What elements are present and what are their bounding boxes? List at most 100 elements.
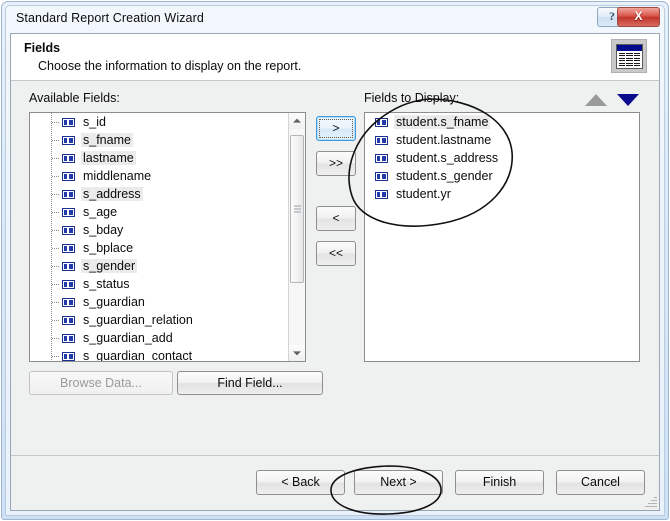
wizard-footer: < Back Next > Finish Cancel (11, 455, 659, 510)
list-item[interactable]: lastname (30, 149, 288, 167)
tree-elbow (52, 176, 60, 177)
database-field-icon (62, 171, 75, 181)
database-field-icon (62, 225, 75, 235)
database-field-icon (62, 243, 75, 253)
available-fields-label: Available Fields: (29, 91, 120, 105)
database-field-icon (62, 297, 75, 307)
report-icon-titlebar (617, 45, 642, 51)
add-all-fields-button[interactable]: >> (316, 151, 356, 176)
fields-to-display-list[interactable]: student.s_fname student.lastname student.s… (364, 112, 640, 362)
list-item[interactable]: s_fname (30, 131, 288, 149)
list-item-label: s_age (83, 205, 118, 219)
tree-elbow (52, 194, 60, 195)
tree-elbow (52, 230, 60, 231)
tree-elbow (52, 284, 60, 285)
list-item[interactable]: student.s_fname (365, 113, 639, 131)
wizard-window: Standard Report Creation Wizard ? X Fiel… (0, 0, 670, 521)
database-field-icon (375, 135, 388, 145)
close-button[interactable]: X (617, 7, 660, 27)
report-icon-rows (619, 53, 640, 67)
window-title: Standard Report Creation Wizard (16, 11, 204, 25)
list-item-label: s_guardian (83, 295, 145, 309)
database-field-icon (375, 171, 388, 181)
list-item-label: s_bplace (83, 241, 134, 255)
title-bar[interactable]: Standard Report Creation Wizard ? X (6, 6, 664, 32)
tree-elbow (52, 140, 60, 141)
tree-elbow (52, 158, 60, 159)
fields-content: Available Fields: Fields to Display: s_i… (11, 81, 659, 455)
list-item[interactable]: s_guardian_add (30, 329, 288, 347)
list-item-label: student.s_address (396, 151, 499, 165)
list-item-label: s_guardian_relation (83, 313, 193, 327)
back-button[interactable]: < Back (256, 470, 345, 495)
wizard-header: Fields Choose the information to display… (11, 34, 659, 81)
list-item[interactable]: student.s_gender (365, 167, 639, 185)
list-item[interactable]: s_id (30, 113, 288, 131)
available-fields-scrollbar[interactable] (288, 113, 305, 361)
list-item-label: middlename (83, 169, 152, 183)
database-field-icon (375, 153, 388, 163)
tree-elbow (52, 122, 60, 123)
list-item-label: s_guardian_add (83, 331, 173, 345)
database-field-icon (62, 135, 75, 145)
available-fields-rows: s_id s_fname lastname middlename s_address s_… (30, 113, 288, 361)
database-field-icon (62, 279, 75, 289)
list-item-label: s_fname (81, 133, 133, 147)
database-field-icon (62, 261, 75, 271)
tree-elbow (52, 266, 60, 267)
database-field-icon (62, 207, 75, 217)
list-item-label: s_status (83, 277, 130, 291)
tree-elbow (52, 212, 60, 213)
sort-up-arrow-icon[interactable] (585, 94, 607, 106)
available-fields-list[interactable]: s_id s_fname lastname middlename s_address s_… (29, 112, 306, 362)
list-item[interactable]: s_guardian_relation (30, 311, 288, 329)
list-item-label: student.s_fname (394, 115, 491, 129)
list-item[interactable]: s_address (30, 185, 288, 203)
finish-button[interactable]: Finish (455, 470, 544, 495)
list-item[interactable]: s_gender (30, 257, 288, 275)
fields-to-display-label: Fields to Display: (364, 91, 460, 105)
tree-elbow (52, 320, 60, 321)
cancel-button[interactable]: Cancel (556, 470, 645, 495)
database-field-icon (62, 117, 75, 127)
database-field-icon (62, 351, 75, 361)
browse-data-button[interactable]: Browse Data... (29, 371, 173, 395)
list-item-label: s_guardian_contact (83, 349, 193, 361)
scroll-down-arrow-icon[interactable] (289, 345, 305, 361)
list-item[interactable]: s_guardian (30, 293, 288, 311)
list-item-label: student.yr (396, 187, 451, 201)
tree-elbow (52, 356, 60, 357)
report-table-icon (611, 39, 647, 73)
scroll-up-arrow-icon[interactable] (289, 113, 305, 129)
list-item[interactable]: s_status (30, 275, 288, 293)
list-item[interactable]: student.lastname (365, 131, 639, 149)
report-icon-page (616, 44, 643, 69)
list-item[interactable]: s_bday (30, 221, 288, 239)
resize-grip[interactable] (644, 495, 657, 508)
list-item[interactable]: s_bplace (30, 239, 288, 257)
list-item[interactable]: middlename (30, 167, 288, 185)
next-button[interactable]: Next > (354, 470, 443, 495)
list-item[interactable]: student.yr (365, 185, 639, 203)
find-field-button[interactable]: Find Field... (177, 371, 323, 395)
sort-down-arrow-icon[interactable] (617, 94, 639, 106)
scrollbar-thumb[interactable] (290, 135, 304, 283)
dialog-client-area: Fields Choose the information to display… (10, 33, 660, 511)
remove-field-button[interactable]: < (316, 206, 356, 231)
tree-elbow (52, 338, 60, 339)
page-subtitle: Choose the information to display on the… (38, 59, 302, 73)
database-field-icon (375, 117, 388, 127)
list-item-label: s_id (83, 115, 106, 129)
list-item-label: student.s_gender (396, 169, 493, 183)
add-field-button[interactable]: > (316, 116, 356, 141)
list-item-label: s_bday (83, 223, 124, 237)
list-item[interactable]: s_guardian_contact (30, 347, 288, 361)
tree-elbow (52, 248, 60, 249)
list-item[interactable]: student.s_address (365, 149, 639, 167)
database-field-icon (62, 315, 75, 325)
list-item[interactable]: s_age (30, 203, 288, 221)
remove-all-fields-button[interactable]: << (316, 241, 356, 266)
database-field-icon (62, 189, 75, 199)
page-title: Fields (24, 41, 61, 55)
close-icon: X (634, 9, 643, 23)
